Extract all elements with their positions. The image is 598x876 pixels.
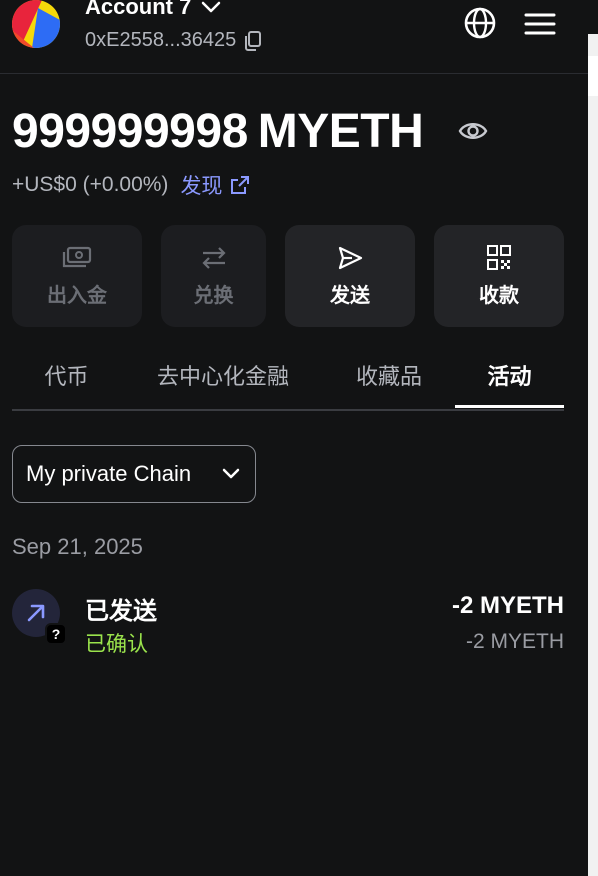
- menu-icon[interactable]: [524, 10, 556, 38]
- network-badge-text: ?: [51, 626, 61, 642]
- tab-defi[interactable]: 去中心化金融: [136, 355, 310, 395]
- tab-collectibles[interactable]: 收藏品: [330, 355, 448, 395]
- transaction-title[interactable]: 已发送: [85, 591, 157, 626]
- send-icon: [338, 246, 363, 269]
- network-selector[interactable]: My private Chain: [12, 445, 256, 503]
- swap-button[interactable]: 兑换: [161, 225, 266, 327]
- balance-unit: MYETH: [257, 105, 424, 158]
- network-badge: ?: [45, 623, 67, 645]
- arrow-up-right-icon: [27, 604, 45, 622]
- qr-code-icon: [487, 244, 511, 270]
- swap-icon: [201, 246, 226, 269]
- receive-button[interactable]: 收款: [434, 225, 564, 327]
- tab-activity-label: 活动: [487, 364, 532, 389]
- external-link-icon: [231, 176, 250, 194]
- tab-tokens[interactable]: 代币: [12, 355, 121, 395]
- send-button[interactable]: 发送: [285, 225, 415, 327]
- tab-tokens-label: 代币: [44, 364, 89, 389]
- background-page-edge: [588, 34, 598, 876]
- address-text: 0xE2558...36425: [85, 29, 237, 51]
- tab-collectibles-label: 收藏品: [355, 364, 422, 389]
- eye-icon[interactable]: [458, 118, 488, 144]
- transaction-amount: -2 MYETH: [451, 592, 564, 619]
- copy-icon[interactable]: [244, 30, 262, 51]
- background-page-highlight: [588, 56, 598, 96]
- receive-label: 收款: [479, 284, 519, 307]
- discover-link[interactable]: 发现: [180, 170, 250, 200]
- window-edge: [588, 0, 598, 876]
- send-label: 发送: [330, 284, 370, 307]
- activity-date: Sep 21, 2025: [12, 534, 143, 559]
- header-divider: [0, 73, 588, 74]
- tab-activity[interactable]: 活动: [455, 355, 564, 395]
- account-selector[interactable]: Account 7: [85, 0, 221, 20]
- globe-icon[interactable]: [463, 6, 497, 40]
- buy-sell-label: 出入金: [47, 284, 107, 307]
- balance-amount: 999999998: [12, 105, 248, 158]
- fiat-change: +US$0 (+0.00%) 发现: [12, 170, 250, 200]
- chevron-down-icon: [222, 468, 240, 479]
- asset-tabs: 代币 去中心化金融 收藏品 活动: [12, 355, 564, 411]
- swap-label: 兑换: [193, 284, 234, 307]
- account-address[interactable]: 0xE2558...36425: [85, 29, 262, 52]
- transaction-amount-secondary: -2 MYETH: [465, 630, 564, 653]
- network-selector-value: My private Chain: [26, 461, 192, 486]
- transaction-status: 已确认: [85, 633, 148, 656]
- tab-defi-label: 去中心化金融: [156, 364, 289, 389]
- wallet-panel: Account 7 0xE2558...36425 999999998 MYET…: [0, 0, 588, 876]
- active-tab-indicator: [455, 405, 564, 408]
- fiat-change-text: +US$0 (+0.00%): [12, 173, 169, 196]
- account-avatar[interactable]: [12, 0, 60, 48]
- bank-card-icon: [62, 246, 92, 267]
- balance-display: 999999998 MYETH: [12, 104, 424, 159]
- account-name: Account 7: [85, 0, 192, 19]
- buy-sell-button[interactable]: 出入金: [12, 225, 142, 327]
- chevron-down-icon: [202, 1, 221, 13]
- discover-label: 发现: [180, 175, 223, 198]
